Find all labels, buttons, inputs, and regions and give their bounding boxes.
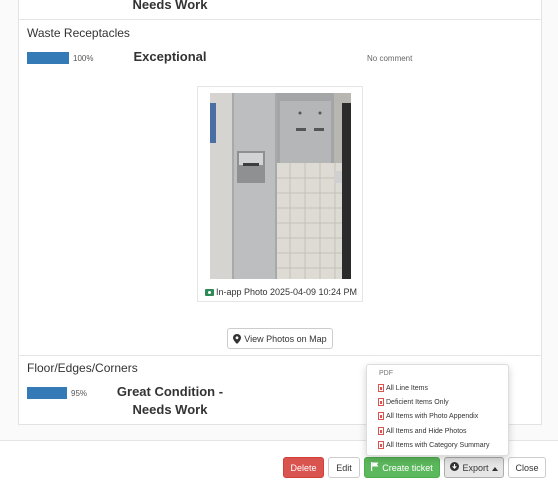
edit-button[interactable]: Edit [328,457,360,478]
restroom-wall-photo[interactable] [210,93,351,279]
score-percent: 100% [73,54,94,63]
section-divider [18,355,542,356]
section-divider [18,19,542,20]
create-ticket-button[interactable]: Create ticket [364,457,440,478]
view-photos-on-map-button[interactable]: View Photos on Map [227,328,333,349]
export-button[interactable]: Export [444,457,504,478]
export-dropdown-menu: PDF All Line Items Deficient Items Only … [366,364,509,456]
dropdown-header-pdf: PDF [379,370,393,377]
download-circle-icon [450,462,460,473]
export-deficient-items-only[interactable]: Deficient Items Only [378,398,449,406]
score-bar-fill [27,387,67,399]
rating-label: Exceptional [133,49,207,64]
score-percent: 95% [71,389,88,398]
flag-icon [371,462,379,473]
close-button[interactable]: Close [508,457,546,478]
pdf-file-icon [378,412,384,420]
section-title-floor-edges-corners: Floor/Edges/Corners [27,361,138,375]
map-pin-icon [233,333,242,344]
export-all-line-items[interactable]: All Line Items [378,384,428,392]
export-all-items-photo-appendix[interactable]: All Items with Photo Appendix [378,412,478,420]
camera-icon [204,289,214,296]
delete-button[interactable]: Delete [283,457,324,478]
photo-thumbnail[interactable]: In-app Photo 2025-04-09 10:24 PM [197,86,363,302]
export-all-items-hide-photos[interactable]: All Items and Hide Photos [378,427,467,435]
score-bar [27,52,69,64]
comment-text: No comment [367,54,413,63]
caret-up-icon [491,463,498,473]
score-bar-fill [27,52,69,64]
rating-label: Great Condition - Needs Work [116,384,224,417]
pdf-file-icon [378,398,384,406]
photo-caption: In-app Photo 2025-04-09 10:24 PM [198,287,364,297]
section-title-waste-receptacles: Waste Receptacles [27,26,130,40]
export-all-items-category-summary[interactable]: All Items with Category Summary [378,441,489,449]
pdf-file-icon [378,384,384,392]
pdf-file-icon [378,441,384,449]
pdf-file-icon [378,427,384,435]
score-bar [27,387,69,399]
prev-section-rating: Needs Work [132,0,208,12]
